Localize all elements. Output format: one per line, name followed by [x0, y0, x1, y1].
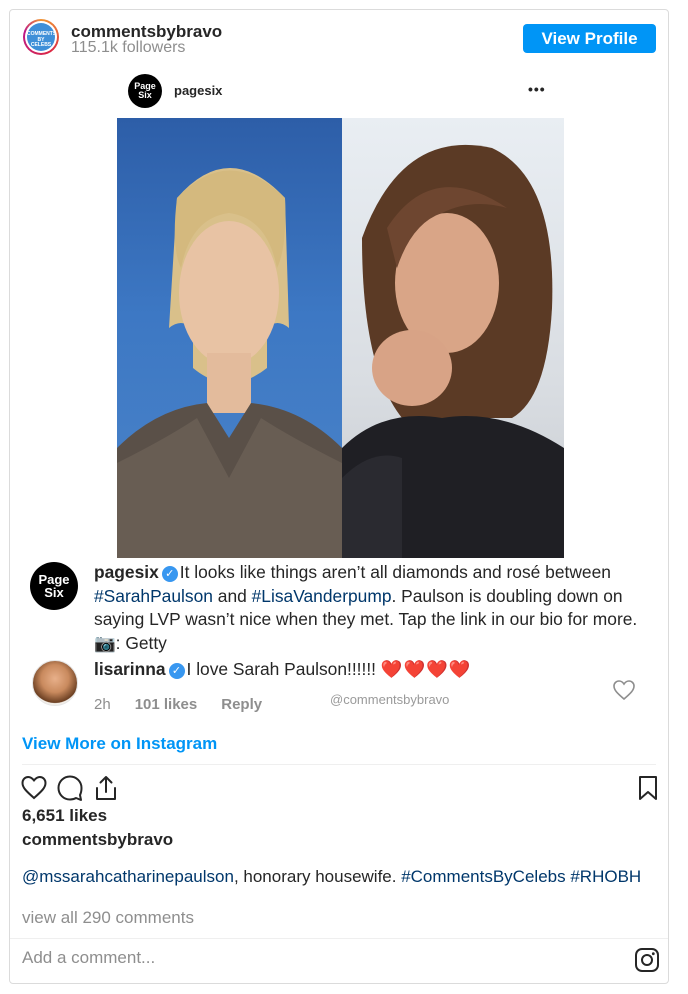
share-icon[interactable]: [92, 774, 120, 802]
caption-avatar: Page Six: [30, 562, 78, 610]
comment-like-heart-icon: [613, 680, 635, 701]
embed-header: COMMENTS BY CELEBS commentsbybravo 115.1…: [10, 10, 668, 66]
caption-text: pagesix ✓ It looks like things aren’t all …: [94, 561, 639, 655]
caption-text-part: and: [212, 585, 252, 606]
verified-icon: ✓: [168, 663, 185, 679]
commenter-avatar: [32, 660, 78, 706]
comment-time: 2h: [94, 696, 111, 713]
commenter-username: lisarinna: [94, 659, 166, 679]
like-count[interactable]: 6,651 likes: [22, 806, 107, 826]
inner-post-avatar: Page Six: [128, 74, 162, 108]
hashtag-lisavanderpump: #LisaVanderpump: [251, 585, 392, 606]
hashtag-commentsbycelebs[interactable]: #CommentsByCelebs: [401, 867, 565, 886]
portrait-right: [342, 144, 564, 558]
hashtag-rhobh[interactable]: #RHOBH: [570, 867, 641, 886]
post-photo[interactable]: [117, 118, 564, 558]
inner-post-username: pagesix: [174, 83, 223, 98]
portrait-left: [117, 168, 342, 558]
view-all-comments-link[interactable]: view all 290 comments: [22, 908, 194, 928]
divider: [10, 938, 668, 939]
watermark-text: @commentsbybravo: [330, 692, 450, 707]
follower-count: 115.1k followers: [71, 39, 186, 56]
comment-likes: 101 likes: [134, 696, 198, 713]
caption-username: pagesix: [94, 562, 159, 582]
view-profile-button[interactable]: View Profile: [523, 24, 656, 53]
verified-icon: ✓: [161, 566, 178, 582]
photo-right-panel: [342, 118, 564, 558]
view-more-link[interactable]: View More on Instagram: [22, 734, 217, 754]
mention-link[interactable]: @mssarahcatharinepaulson: [22, 867, 234, 886]
hashtag-sarahpaulson: #SarahPaulson: [94, 585, 213, 606]
divider: [22, 764, 656, 765]
comment-body: I love Sarah Paulson!!!!!!: [186, 659, 377, 679]
post-caption-text: , honorary housewife.: [233, 867, 402, 886]
like-heart-icon[interactable]: [20, 774, 48, 802]
post-caption: @mssarahcatharinepaulson, honorary house…: [22, 867, 662, 886]
photo-left-panel: [117, 118, 342, 558]
add-comment-input[interactable]: [22, 948, 582, 968]
caption-text-part: It looks like things aren’t all diamonds…: [179, 562, 611, 582]
heart-emojis: ❤️❤️❤️❤️: [380, 659, 472, 679]
avatar-logo-text: COMMENTS BY CELEBS: [27, 23, 56, 51]
instagram-logo-icon[interactable]: [634, 947, 660, 973]
more-options-icon: •••: [528, 81, 546, 97]
comment-meta: 2h 101 likes Reply: [94, 696, 286, 713]
post-owner-username[interactable]: commentsbybravo: [22, 830, 173, 850]
comment-bubble-icon[interactable]: [56, 774, 84, 802]
reply-button: Reply: [221, 696, 263, 713]
instagram-embed: COMMENTS BY CELEBS commentsbybravo 115.1…: [9, 9, 669, 984]
profile-avatar[interactable]: COMMENTS BY CELEBS: [23, 19, 59, 55]
bookmark-icon[interactable]: [634, 774, 662, 802]
comment-text: lisarinna ✓ I love Sarah Paulson!!!!!! ❤️❤…: [94, 659, 471, 680]
